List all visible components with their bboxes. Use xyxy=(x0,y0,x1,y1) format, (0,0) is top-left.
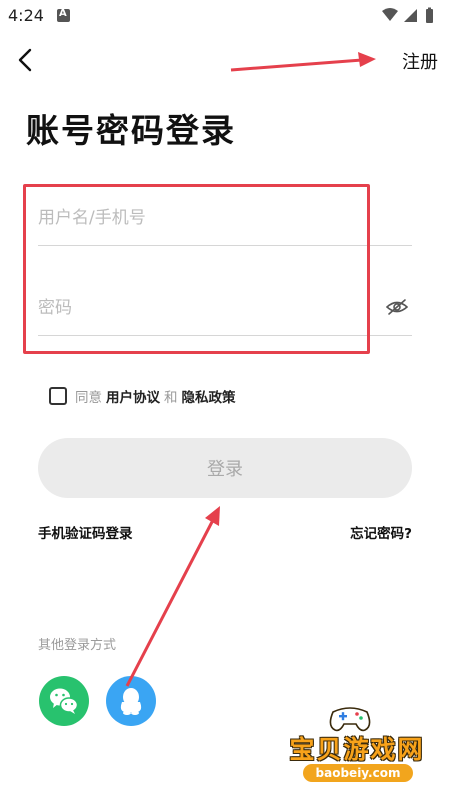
battery-icon xyxy=(426,9,433,23)
other-login-title: 其他登录方式 xyxy=(38,638,117,653)
eye-off-icon[interactable] xyxy=(386,298,408,316)
arrow-to-register-head xyxy=(358,52,376,67)
agreement-checkbox[interactable] xyxy=(49,387,67,405)
sms-login-link[interactable]: 手机验证码登录 xyxy=(38,522,133,542)
register-button[interactable]: 注册 xyxy=(402,48,438,74)
username-field xyxy=(38,190,412,246)
user-agreement-link[interactable]: 用户协议 xyxy=(106,386,160,406)
qq-icon xyxy=(120,688,142,715)
status-time: 4:24 xyxy=(8,6,44,25)
watermark-logo: 宝贝游戏网 baobeiy.com xyxy=(275,700,440,795)
password-input[interactable] xyxy=(38,280,412,335)
watermark-brand: 宝贝游戏网 xyxy=(289,735,425,764)
privacy-policy-link[interactable]: 隐私政策 xyxy=(182,386,236,406)
status-icons xyxy=(382,7,433,23)
arrow-to-login xyxy=(125,519,215,687)
arrow-to-login-head xyxy=(205,506,220,526)
status-bar: 4:24 xyxy=(0,0,450,32)
wechat-login-button[interactable] xyxy=(39,676,89,726)
agreement-row: 同意 用户协议 和 隐私政策 xyxy=(49,385,240,407)
login-screen: 4:24 注册 账号密码登录 同意 用户协议 和 隐私政策 xyxy=(0,0,450,800)
wifi-icon xyxy=(382,8,398,21)
forgot-password-link[interactable]: 忘记密码? xyxy=(350,522,412,542)
back-button[interactable] xyxy=(12,44,42,76)
notification-a-icon xyxy=(57,8,70,22)
wechat-icon xyxy=(50,688,79,714)
signal-icon xyxy=(404,9,417,22)
login-button[interactable]: 登录 xyxy=(38,438,412,498)
password-field xyxy=(38,280,412,336)
username-input[interactable] xyxy=(38,190,412,245)
qq-login-button[interactable] xyxy=(106,676,156,726)
page-title: 账号密码登录 xyxy=(26,111,236,150)
agreement-prefix: 同意 xyxy=(75,390,102,406)
chevron-left-icon xyxy=(18,48,32,72)
arrow-to-register xyxy=(230,58,363,72)
watermark-url: baobeiy.com xyxy=(303,764,413,782)
agreement-and: 和 xyxy=(164,390,178,406)
